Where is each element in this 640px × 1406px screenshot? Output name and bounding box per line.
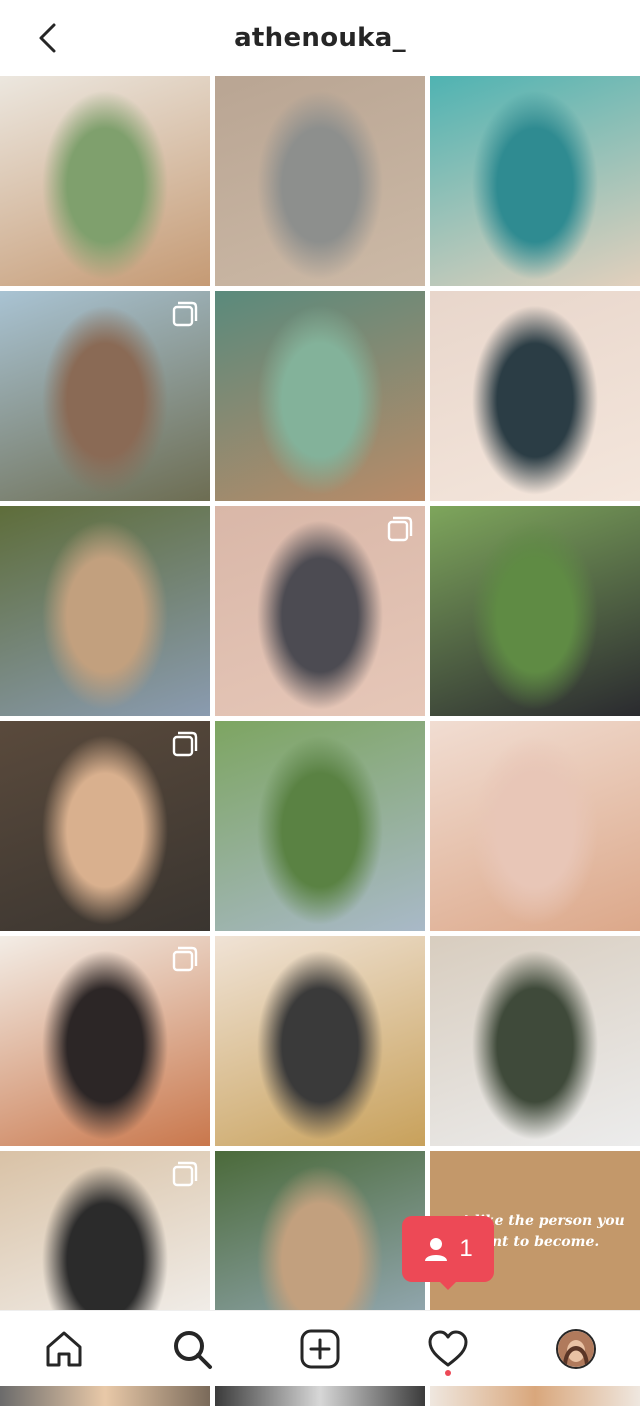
top-bar: athenouka_ [0, 0, 640, 76]
post-thumbnail[interactable] [215, 291, 425, 501]
tab-activity[interactable] [424, 1325, 472, 1373]
carousel-icon [172, 1161, 198, 1187]
post-thumbnail[interactable] [215, 721, 425, 931]
post-thumbnail[interactable] [0, 506, 210, 716]
person-icon [425, 1238, 448, 1261]
post-thumbnail[interactable] [0, 291, 210, 501]
tab-new-post[interactable] [296, 1325, 344, 1373]
post-thumbnail[interactable] [430, 936, 640, 1146]
activity-indicator-dot [445, 1370, 451, 1376]
avatar [556, 1329, 596, 1369]
post-thumbnail[interactable] [0, 936, 210, 1146]
home-icon [46, 1331, 82, 1367]
post-thumbnail[interactable] [430, 506, 640, 716]
plus-square-icon [300, 1329, 340, 1369]
post-thumbnail[interactable] [0, 721, 210, 931]
post-thumbnail[interactable] [215, 506, 425, 716]
carousel-icon [387, 516, 413, 542]
tab-search[interactable] [168, 1325, 216, 1373]
post-thumbnail[interactable] [430, 291, 640, 501]
badge-pointer [438, 1280, 458, 1290]
back-button[interactable] [26, 16, 70, 60]
carousel-icon [172, 946, 198, 972]
carousel-icon [172, 731, 198, 757]
post-thumbnail[interactable] [215, 76, 425, 286]
post-thumbnail[interactable] [430, 76, 640, 286]
heart-icon [428, 1330, 468, 1367]
search-icon [174, 1331, 212, 1369]
tab-home[interactable] [40, 1325, 88, 1373]
chevron-left-icon [39, 23, 56, 53]
activity-notification-badge[interactable]: 1 [402, 1216, 494, 1282]
notification-count: 1 [459, 1235, 473, 1262]
post-thumbnail[interactable] [430, 721, 640, 931]
post-thumbnail[interactable] [215, 936, 425, 1146]
post-thumbnail[interactable] [0, 76, 210, 286]
bottom-tab-bar [0, 1310, 640, 1386]
tab-profile[interactable] [552, 1325, 600, 1373]
profile-username-title: athenouka_ [234, 23, 406, 53]
carousel-icon [172, 301, 198, 327]
